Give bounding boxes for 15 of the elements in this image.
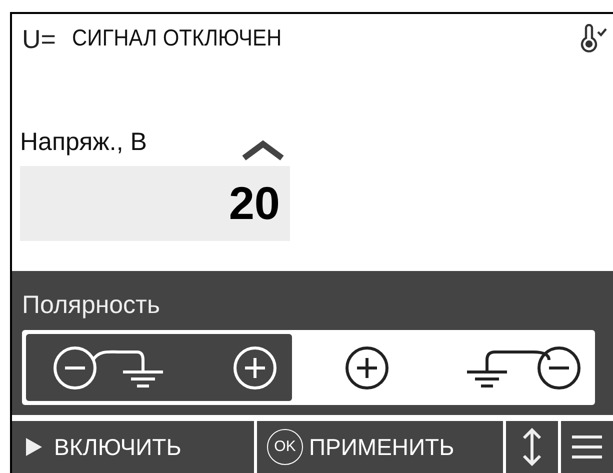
play-icon	[26, 438, 42, 456]
up-down-arrows-icon	[521, 426, 543, 467]
polarity-option[interactable]	[26, 334, 292, 401]
chevron-up-icon[interactable]	[242, 138, 284, 162]
enable-button[interactable]: ВКЛЮЧИТЬ	[12, 420, 254, 473]
reorder-button[interactable]	[506, 420, 558, 473]
thermometer-check-icon	[579, 24, 609, 54]
status-text: СИГНАЛ ОТКЛЮЧЕН	[72, 25, 282, 54]
voltage-label: Напряж., В	[20, 127, 147, 158]
apply-button[interactable]: OK ПРИМЕНИТЬ	[257, 420, 503, 473]
menu-icon	[572, 434, 602, 460]
polarity-label: Полярность	[22, 290, 162, 320]
menu-button[interactable]	[561, 420, 613, 473]
mode-label: U=	[22, 22, 56, 56]
voltage-field[interactable]: 20	[20, 166, 290, 240]
